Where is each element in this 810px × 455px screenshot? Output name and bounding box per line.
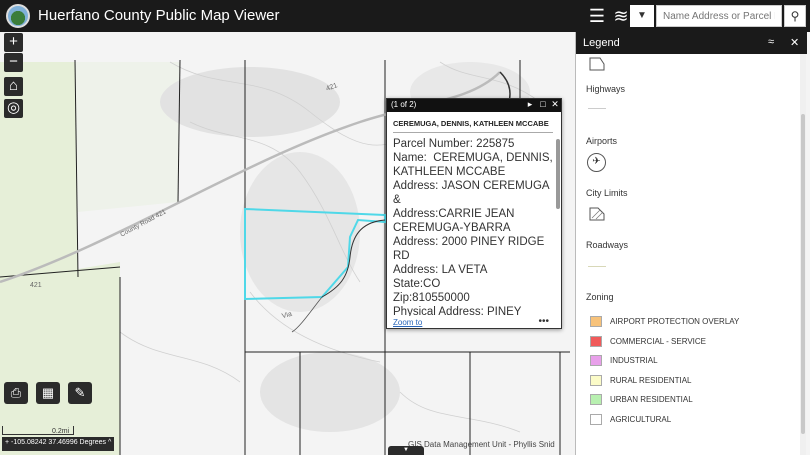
roadway-symbol-icon <box>588 266 606 267</box>
zoning-swatch-icon <box>590 355 602 366</box>
popup-field: Address: JASON CEREMUGA & <box>393 180 553 206</box>
terrain-shade <box>240 152 360 312</box>
popup-field: Address: 2000 PINEY RIDGE RD <box>393 236 548 262</box>
legend-scrollbar[interactable] <box>800 54 806 455</box>
county-logo-icon <box>6 4 30 28</box>
zoom-to-link[interactable]: Zoom to <box>393 318 422 327</box>
more-actions-icon[interactable]: ••• <box>538 316 549 327</box>
close-icon[interactable]: ✕ <box>790 36 799 49</box>
home-icon[interactable]: ⌂ <box>4 77 23 96</box>
airplane-icon: ✈ <box>587 153 606 172</box>
identify-popup[interactable]: (1 of 2) ▸ □ ✕ CEREMUGA, DENNIS, KATHLEE… <box>386 98 562 329</box>
road-label-421-left: 421 <box>30 282 42 289</box>
legend-zoning: Zoning <box>586 292 614 302</box>
zoning-label: AGRICULTURAL <box>610 414 672 424</box>
zoning-label: RURAL RESIDENTIAL <box>610 375 692 385</box>
coordinate-text: -105.08242 37.46996 Degrees <box>11 439 107 446</box>
legend-body: Highways Airports ✈ City Limits Roadways… <box>576 54 801 455</box>
search-source-dropdown[interactable]: ▼ <box>630 5 654 27</box>
close-icon[interactable]: ✕ <box>550 99 560 110</box>
measure-icon[interactable]: ✎ <box>68 382 92 404</box>
popup-field: State:CO <box>393 278 441 290</box>
legend-title: Legend <box>583 37 620 49</box>
popup-content: Parcel Number: 225875 Name: CEREMUGA, DEN… <box>393 137 553 316</box>
highway-symbol-icon <box>588 108 606 109</box>
popup-titlebar: (1 of 2) ▸ □ ✕ <box>387 99 561 112</box>
search-input[interactable] <box>656 5 782 27</box>
zoning-label: URBAN RESIDENTIAL <box>610 395 693 404</box>
maximize-icon[interactable]: □ <box>538 99 548 109</box>
chevron-up-icon[interactable]: ^ <box>108 439 111 446</box>
terrain-shade <box>260 352 400 432</box>
zoning-swatch-icon <box>590 316 602 327</box>
scale-label: 0.2mi <box>52 428 70 435</box>
popup-count: (1 of 2) <box>391 100 417 109</box>
popup-title: CEREMUGA, DENNIS, KATHLEEN MCCABE <box>393 119 553 133</box>
popup-field: Physical Address: PINEY <box>393 306 522 316</box>
zoning-label: AIRPORT PROTECTION OVERLAY <box>610 317 740 326</box>
popup-field: Address:CARRIE JEAN CEREMUGA-YBARRA <box>393 208 518 234</box>
zoning-swatch-icon <box>590 394 602 405</box>
legend-highways: Highways <box>586 84 626 94</box>
legend-titlebar: Legend ≈ ✕ <box>576 32 807 54</box>
city-limits-symbol-icon <box>589 207 605 221</box>
zoning-area <box>75 62 180 212</box>
popup-field: Address: LA VETA <box>393 264 488 276</box>
zoom-out-button[interactable]: − <box>4 53 23 72</box>
collapse-icon[interactable]: ≈ <box>768 36 774 48</box>
zoning-swatch-icon <box>590 413 602 425</box>
legend-city-limits: City Limits <box>586 188 628 198</box>
app-header: Huerfano County Public Map Viewer ☰ ≋ ▼ … <box>0 0 810 32</box>
popup-field: Parcel Number: 225875 <box>393 138 515 150</box>
terrain-shade <box>160 67 340 137</box>
panel-toggle-button[interactable]: ▼ <box>388 446 424 455</box>
zoom-in-button[interactable]: + <box>4 33 23 52</box>
coordinate-readout[interactable]: + -105.08242 37.46996 Degrees ^ <box>2 437 115 451</box>
basemap-gallery-icon[interactable]: ▦ <box>36 382 60 404</box>
legend-roadways: Roadways <box>586 240 629 250</box>
search-icon[interactable]: ⚲ <box>784 5 806 27</box>
print-icon[interactable]: ⎙ <box>4 382 28 404</box>
attribution: GIS Data Management Unit - Phyllis Snid <box>408 440 555 449</box>
legend-panel: Legend ≈ ✕ Highways Airports ✈ City Limi… <box>575 32 807 455</box>
zoning-swatch-icon <box>590 335 602 347</box>
next-feature-icon[interactable]: ▸ <box>525 99 535 110</box>
app-title: Huerfano County Public Map Viewer <box>38 7 280 24</box>
list-icon[interactable]: ☰ <box>584 4 610 28</box>
popup-scrollbar[interactable] <box>556 139 560 209</box>
zoning-label: COMMERCIAL - SERVICE <box>610 336 707 346</box>
locate-icon[interactable]: ◎ <box>4 99 23 118</box>
zoning-label: INDUSTRIAL <box>610 356 658 365</box>
legend-scroll-thumb[interactable] <box>801 114 805 434</box>
popup-field: Name: CEREMUGA, DENNIS, KATHLEEN MCCABE <box>393 152 553 178</box>
legend-airports: Airports <box>586 136 618 146</box>
zoning-swatch-icon <box>590 374 602 386</box>
popup-field: Zip:810550000 <box>393 292 470 304</box>
parcel-symbol-icon <box>589 57 605 71</box>
